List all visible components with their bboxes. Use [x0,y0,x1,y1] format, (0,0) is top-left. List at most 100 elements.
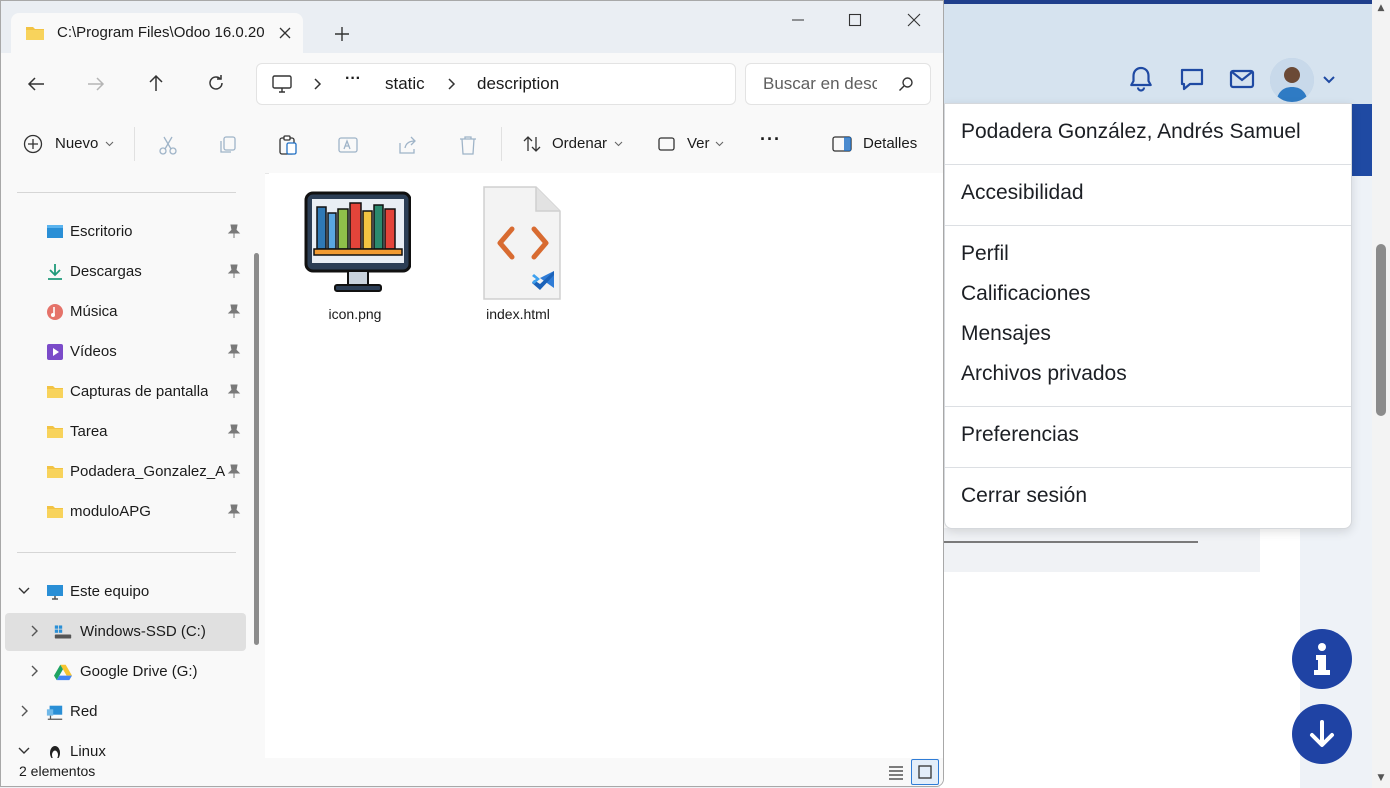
nav-item-screenshots[interactable]: Capturas de pantalla [1,373,246,411]
browser-scrollbar-thumb[interactable] [1376,244,1386,416]
nav-item-windows-ssd[interactable]: Windows-SSD (C:) [5,613,246,651]
close-window-icon[interactable] [907,13,921,27]
breadcrumb-static[interactable]: static [385,74,425,94]
nav-item-podadera[interactable]: Podadera_Gonzalez_Andres [1,453,246,491]
notifications-bell-icon[interactable] [1126,64,1156,94]
cut-icon[interactable] [157,134,179,156]
pin-icon[interactable] [227,463,241,479]
minimize-icon[interactable] [791,13,805,27]
chevron-down-icon[interactable] [1320,70,1338,88]
odoo-banner [1350,104,1372,176]
nav-item-moduloapg[interactable]: moduloAPG [1,493,246,531]
folder-icon [47,506,63,518]
details-view-icon[interactable] [887,763,905,781]
file-item-index-html[interactable]: index.html [459,185,577,322]
chevron-down-icon[interactable] [18,587,30,595]
scroll-up-arrow-icon[interactable]: ▲ [1376,2,1386,14]
close-tab-icon[interactable] [279,27,291,39]
chat-bubble-icon[interactable] [1177,64,1207,94]
sort-button[interactable]: Ordenar [520,132,630,158]
new-tab-icon[interactable] [334,26,350,42]
search-box[interactable]: Buscar en desc [745,63,931,105]
item-count: 2 elementos [19,763,96,779]
computer-icon [47,585,63,600]
menu-divider [945,225,1351,226]
chevron-right-icon[interactable] [31,665,39,677]
navigation-pane: Escritorio Descargas Música Vídeos Captu… [1,173,265,758]
rename-icon[interactable] [337,134,359,156]
tab-title: C:\Program Files\Odoo 16.0.20 [57,24,265,41]
search-icon[interactable] [898,76,914,92]
details-pane-icon [832,136,852,152]
chevron-right-icon[interactable] [21,705,29,717]
pin-icon[interactable] [227,223,241,239]
status-bar: 2 elementos [1,758,943,786]
nav-item-tarea[interactable]: Tarea [1,413,246,451]
pin-icon[interactable] [227,383,241,399]
explorer-tab[interactable]: C:\Program Files\Odoo 16.0.20 [11,13,303,53]
music-icon [47,304,63,320]
nav-label: Música [70,303,118,320]
nav-item-downloads[interactable]: Descargas [1,253,246,291]
odoo-card-divider [944,541,1198,543]
menu-preferences[interactable]: Preferencias [961,423,1079,447]
menu-logout[interactable]: Cerrar sesión [961,484,1087,508]
breadcrumb-chevron-icon[interactable] [447,77,457,91]
back-arrow-icon[interactable] [26,74,46,94]
nav-label: Podadera_Gonzalez_Andres [70,463,226,480]
nav-item-music[interactable]: Música [1,293,246,331]
large-icons-view-button[interactable] [911,759,939,785]
nav-label: Tarea [70,423,108,440]
chevron-right-icon[interactable] [31,625,39,637]
nav-item-desktop[interactable]: Escritorio [1,213,246,251]
details-button[interactable]: Detalles [831,132,923,158]
address-bar[interactable]: ··· static description [256,63,736,105]
share-icon[interactable] [397,134,419,156]
menu-accessibility[interactable]: Accesibilidad [961,181,1084,205]
menu-profile[interactable]: Perfil [961,242,1009,266]
pin-icon[interactable] [227,343,241,359]
up-arrow-icon[interactable] [146,73,166,93]
breadcrumb-chevron-icon[interactable] [313,77,323,91]
download-icon [48,264,62,280]
nav-label: Descargas [70,263,142,280]
new-button[interactable]: Nuevo [21,132,121,158]
nav-item-this-pc[interactable]: Este equipo [1,573,246,611]
more-options-button[interactable]: ··· [760,129,781,150]
menu-divider [945,164,1351,165]
nav-item-google-drive[interactable]: Google Drive (G:) [1,653,246,691]
copy-icon[interactable] [217,134,239,156]
delete-icon[interactable] [457,134,479,156]
breadcrumb-overflow[interactable]: ··· [345,70,361,88]
menu-grades[interactable]: Calificaciones [961,282,1091,306]
nav-scrollbar-thumb[interactable] [254,253,259,645]
file-item-icon-png[interactable]: icon.png [293,187,417,322]
user-avatar[interactable] [1270,58,1314,102]
info-button[interactable] [1292,629,1352,689]
pin-icon[interactable] [227,303,241,319]
menu-messages[interactable]: Mensajes [961,322,1051,346]
pin-icon[interactable] [227,503,241,519]
nav-item-videos[interactable]: Vídeos [1,333,246,371]
menu-private-files[interactable]: Archivos privados [961,362,1127,386]
refresh-icon[interactable] [206,73,226,93]
scroll-down-arrow-icon[interactable]: ▼ [1376,772,1386,784]
forward-arrow-icon[interactable] [86,74,106,94]
nav-divider [17,192,236,193]
file-name: index.html [486,306,550,322]
mail-icon[interactable] [1227,64,1257,94]
nav-label: Red [70,703,98,720]
pin-icon[interactable] [227,423,241,439]
menu-user-name[interactable]: Podadera González, Andrés Samuel [961,120,1301,144]
nav-item-network[interactable]: Red [1,693,246,731]
video-icon [47,344,63,360]
pin-icon[interactable] [227,263,241,279]
nav-item-linux[interactable]: Linux [1,733,246,758]
view-button[interactable]: Ver [657,132,731,158]
chevron-down-icon[interactable] [18,747,30,755]
breadcrumb-description[interactable]: description [477,74,559,94]
folder-icon [26,27,44,40]
maximize-icon[interactable] [848,13,862,27]
paste-icon[interactable] [277,134,299,156]
scroll-down-button[interactable] [1292,704,1352,764]
